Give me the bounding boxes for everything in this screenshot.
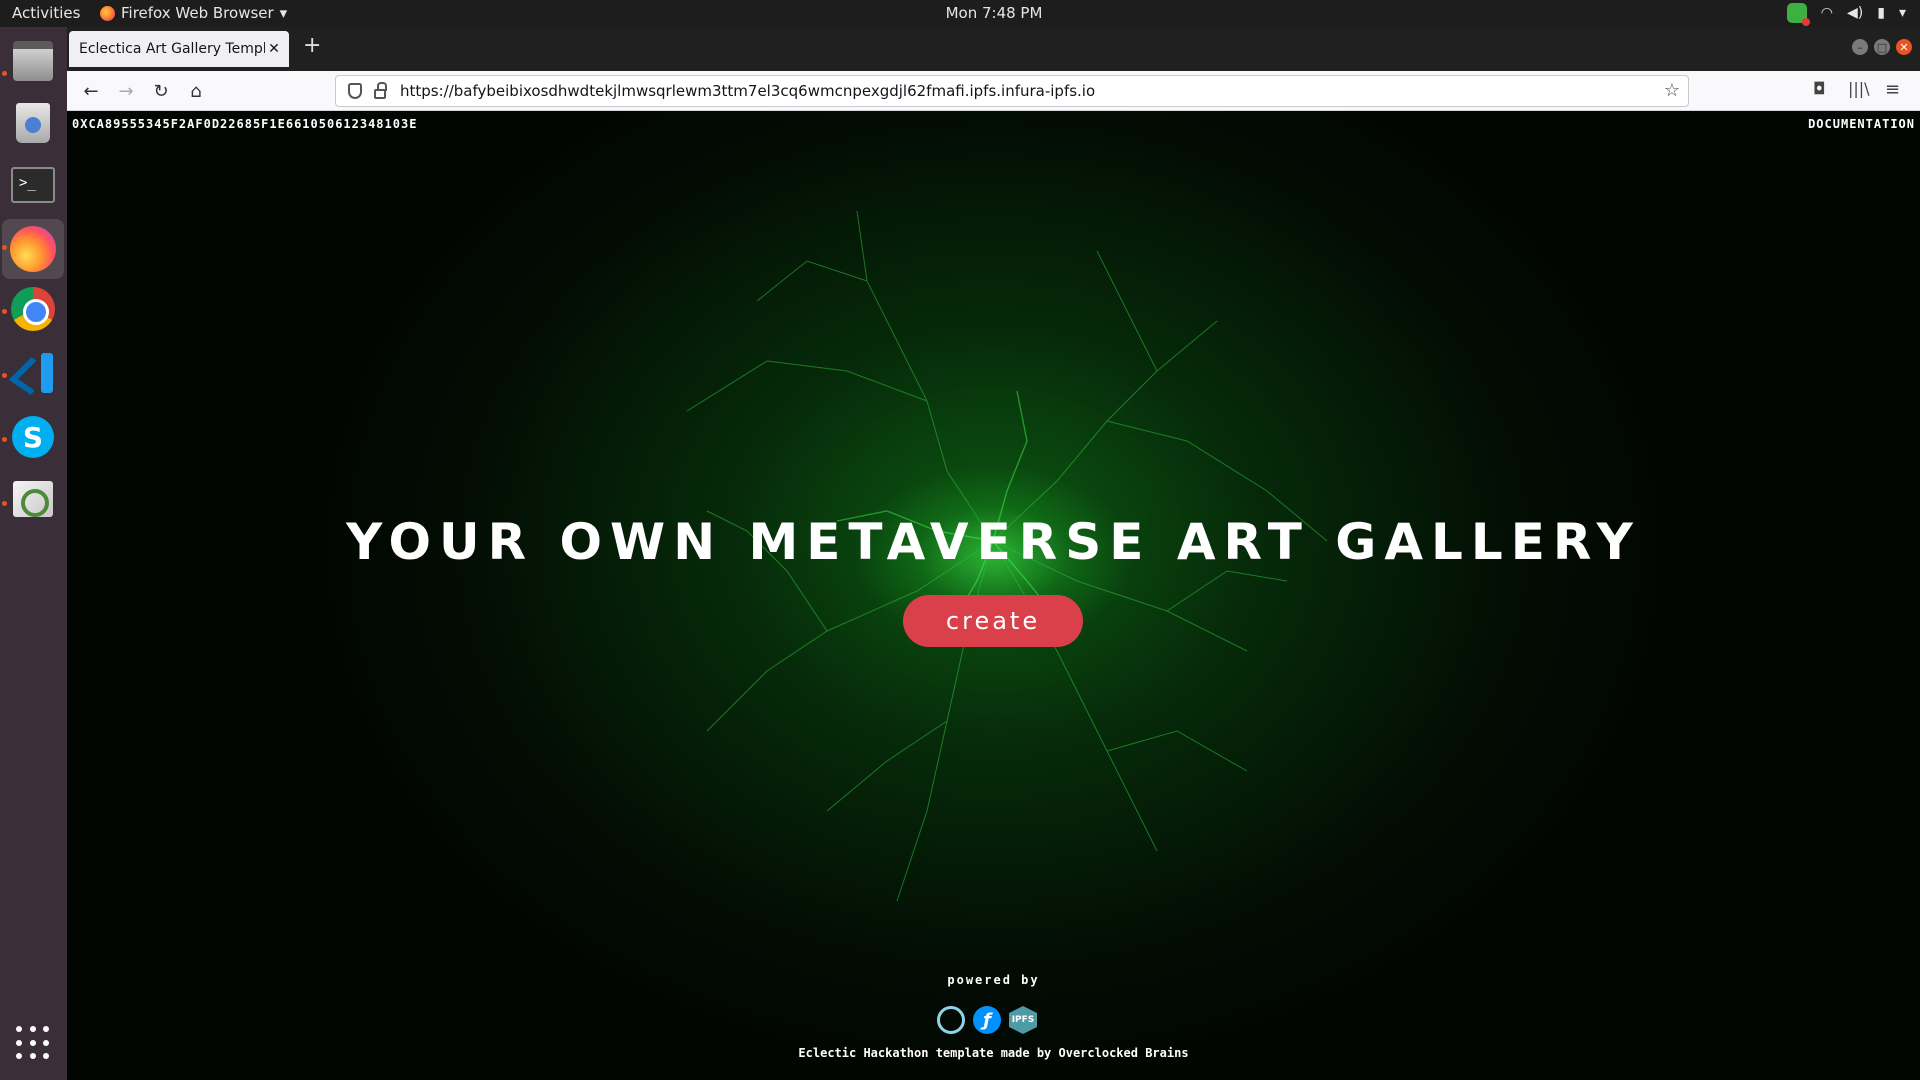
documentation-link[interactable]: documentation <box>1808 117 1915 131</box>
minimize-icon[interactable]: – <box>1852 39 1868 55</box>
tray-menu-chevron-icon: ▾ <box>1898 5 1906 21</box>
footer-credit: Eclectic Hackathon template made by Over… <box>798 1046 1189 1060</box>
new-tab-button[interactable]: + <box>303 33 321 58</box>
partner-logos: ƒ IPFS <box>937 1006 1037 1034</box>
hero-title: YOUR OWN METAVERSE ART GALLERY <box>346 513 1641 571</box>
url-text[interactable]: https://bafybeibixosdhwdtekjlmwsqrlewm3t… <box>400 82 1095 100</box>
back-arrow-icon[interactable]: ← <box>79 79 103 103</box>
trash-icon <box>16 103 50 143</box>
tab-active[interactable]: Eclectica Art Gallery Templat ✕ <box>69 31 289 67</box>
url-bar[interactable]: https://bafybeibixosdhwdtekjlmwsqrlewm3t… <box>335 75 1689 107</box>
pocket-icon[interactable]: ◘ <box>1813 79 1826 98</box>
tracking-protection-shield-icon[interactable] <box>348 83 362 99</box>
bookmark-star-icon[interactable]: ☆ <box>1664 80 1680 101</box>
hamburger-menu-icon[interactable]: ≡ <box>1885 79 1900 100</box>
reload-icon[interactable]: ↻ <box>149 79 173 103</box>
running-indicator <box>2 245 7 250</box>
update-shield-icon[interactable] <box>1786 3 1810 26</box>
wifi-icon: ◠ <box>1820 5 1834 21</box>
image-viewer-icon <box>13 481 53 517</box>
clock[interactable]: Mon 7:48 PM <box>0 4 1920 22</box>
create-button[interactable]: create <box>903 595 1083 647</box>
skype-icon: S <box>12 416 54 458</box>
vscode-icon <box>11 351 55 395</box>
system-top-bar: Activities Firefox Web Browser ▾ Mon 7:4… <box>0 0 1920 27</box>
powered-by-label: powered by <box>947 973 1040 987</box>
dock: >_ S <box>0 27 67 1080</box>
library-icon[interactable]: |||\ <box>1848 79 1870 98</box>
files-icon <box>13 41 53 81</box>
terminal-app[interactable]: >_ <box>9 161 57 209</box>
forward-arrow-icon[interactable]: → <box>114 79 138 103</box>
firefox-app[interactable] <box>2 219 64 279</box>
trash-app[interactable] <box>9 99 57 147</box>
battery-icon: ▮ <box>1877 5 1885 21</box>
close-tab-icon[interactable]: ✕ <box>265 41 283 57</box>
system-tray[interactable]: ◠ ◀) ▮ ▾ <box>1786 3 1906 26</box>
running-indicator <box>2 71 7 76</box>
image-viewer-app[interactable] <box>9 475 57 523</box>
home-icon[interactable]: ⌂ <box>184 79 208 103</box>
ipfs-logo-icon[interactable]: IPFS <box>1009 1006 1037 1034</box>
window-controls: – □ ✕ <box>1852 39 1912 55</box>
skype-app[interactable]: S <box>9 413 57 461</box>
filecoin-logo-icon[interactable]: ƒ <box>973 1006 1001 1034</box>
volume-icon: ◀) <box>1847 5 1864 21</box>
chrome-app[interactable] <box>9 285 57 333</box>
page-content: 0xca89555345f2af0d22685f1e66105061234810… <box>67 111 1920 1080</box>
running-indicator <box>2 373 7 378</box>
files-app[interactable] <box>9 37 57 85</box>
running-indicator <box>2 437 7 442</box>
lit-protocol-logo-icon[interactable] <box>937 1006 965 1034</box>
tab-title: Eclectica Art Gallery Templat <box>79 41 265 57</box>
running-indicator <box>2 501 7 506</box>
lock-icon[interactable] <box>374 81 387 99</box>
terminal-icon: >_ <box>11 167 55 203</box>
vscode-app[interactable] <box>9 349 57 397</box>
tab-bar: Eclectica Art Gallery Templat ✕ + – □ ✕ <box>67 27 1920 71</box>
firefox-icon <box>10 226 56 272</box>
maximize-icon[interactable]: □ <box>1874 39 1890 55</box>
wallet-address: 0xca89555345f2af0d22685f1e66105061234810… <box>72 117 418 131</box>
running-indicator <box>2 309 7 314</box>
close-window-icon[interactable]: ✕ <box>1896 39 1912 55</box>
show-applications-icon[interactable] <box>16 1026 50 1060</box>
nav-bar: ← → ↻ ⌂ https://bafybeibixosdhwdtekjlmws… <box>67 71 1920 111</box>
chrome-icon <box>11 287 55 331</box>
